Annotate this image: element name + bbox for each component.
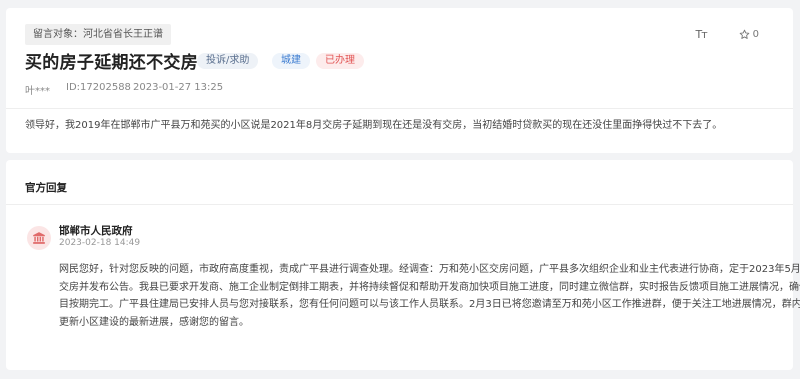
favorite-button[interactable]: 0 xyxy=(739,29,759,40)
government-building-icon xyxy=(33,232,45,244)
reply-content: 网民您好，针对您反映的问题，市政府高度重视，责成广平县进行调查处理。经调查：万和… xyxy=(59,261,800,331)
recipient-badge: 留言对象：河北省省长王正谱 xyxy=(25,24,171,45)
reply-line: 更新小区建设的最新进展，感谢您的留言。 xyxy=(59,316,249,328)
message-card: 留言对象：河北省省长王正谱 Tт 0 买的房子延期还不交房 投诉/求助 城建 已… xyxy=(6,8,793,153)
avatar xyxy=(27,226,51,250)
reply-line: 网民您好，针对您反映的问题，市政府高度重视，责成广平县进行调查处理。经调查：万和… xyxy=(59,264,800,275)
star-outline-icon xyxy=(739,29,749,39)
reply-time: 2023-02-18 14:49 xyxy=(59,238,141,248)
divider xyxy=(6,204,793,205)
divider xyxy=(6,108,793,109)
message-time: 2023-01-27 13:25 xyxy=(133,82,224,93)
field-tag: 城建 xyxy=(272,53,310,69)
font-size-button[interactable]: Tт xyxy=(695,28,707,41)
reply-line: 目按期完工。广平县住建局已安排人员与您对接联系，您有任何问题可以与该工作人员联系… xyxy=(59,299,800,310)
status-badge: 已办理 xyxy=(316,53,364,69)
reply-section-title: 官方回复 xyxy=(25,182,67,194)
toolbar: Tт 0 xyxy=(695,28,759,41)
message-id: ID:17202588 xyxy=(66,82,131,93)
department-name: 邯郸市人民政府 xyxy=(59,225,133,237)
reply-card: 官方回复 邯郸市人民政府 2023-02-18 14:49 网民您好，针对您反映… xyxy=(6,160,800,370)
reply-line: 交房并发布公告。我县已要求开发商、施工企业制定倒排工期表，并将持续督促和帮助开发… xyxy=(59,281,800,293)
page-title: 买的房子延期还不交房 xyxy=(25,53,198,73)
category-tag: 投诉/求助 xyxy=(197,53,259,69)
favorite-count: 0 xyxy=(752,29,759,40)
message-content: 领导好，我2019年在邯郸市广平县万和苑买的小区说是2021年8月交房子延期到现… xyxy=(25,120,723,131)
user-name: 叶*** xyxy=(25,86,50,97)
